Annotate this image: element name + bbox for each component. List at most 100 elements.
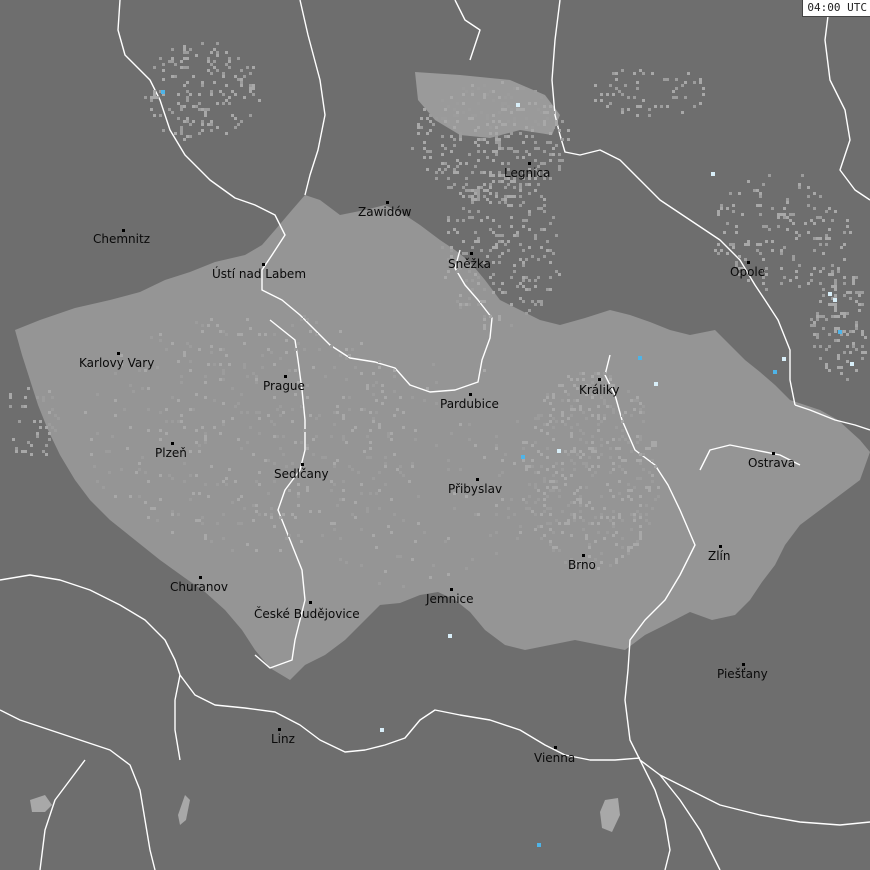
density-pixel [108,450,111,453]
density-pixel [597,531,600,534]
density-pixel [558,129,561,132]
density-pixel [576,399,579,402]
density-pixel [198,519,201,522]
density-pixel [228,66,231,69]
density-pixel [618,516,621,519]
density-pixel [813,237,816,240]
density-pixel [588,447,591,450]
city-dot [747,261,750,264]
density-pixel [609,375,612,378]
density-pixel [672,96,675,99]
density-pixel [384,462,387,465]
density-pixel [837,315,840,318]
density-pixel [642,411,645,414]
density-pixel [558,159,561,162]
density-pixel [492,282,495,285]
density-pixel [261,354,264,357]
density-pixel [210,90,213,93]
density-pixel [537,417,540,420]
density-pixel [756,204,759,207]
density-pixel [444,120,447,123]
density-pixel [528,483,531,486]
density-pixel [441,144,444,147]
density-pixel [798,186,801,189]
density-pixel [387,432,390,435]
density-pixel [198,102,201,105]
density-pixel [528,183,531,186]
density-pixel [393,414,396,417]
density-pixel [135,471,138,474]
density-pixel [642,72,645,75]
density-pixel [297,495,300,498]
density-pixel [45,426,48,429]
density-pixel [372,420,375,423]
density-pixel [501,240,504,243]
density-pixel [180,420,183,423]
density-pixel [855,321,858,324]
density-pixel [579,372,582,375]
density-pixel [159,339,162,342]
density-pixel [477,237,480,240]
density-pixel [201,42,204,45]
density-pixel [201,330,204,333]
density-pixel [171,57,174,60]
density-pixel [549,528,552,531]
density-pixel [237,333,240,336]
lightning-map[interactable]: Chemnitz Ústí nad Labem Zawidów Legnica … [0,0,870,870]
density-pixel [558,549,561,552]
density-pixel [561,468,564,471]
city-dot [528,162,531,165]
density-pixel [639,453,642,456]
density-pixel [618,438,621,441]
density-pixel [57,417,60,420]
density-pixel [465,567,468,570]
density-pixel [567,522,570,525]
density-pixel [663,78,666,81]
density-pixel [561,411,564,414]
density-pixel [159,57,162,60]
density-pixel [294,369,297,372]
density-pixel [492,120,495,123]
density-pixel [486,117,489,120]
density-pixel [129,384,132,387]
density-pixel [477,198,480,201]
density-pixel [519,282,522,285]
density-pixel [639,69,642,72]
density-pixel [486,198,489,201]
density-pixel [306,396,309,399]
density-pixel [483,189,486,192]
density-pixel [579,486,582,489]
density-pixel [216,102,219,105]
density-pixel [240,120,243,123]
density-pixel [459,192,462,195]
density-pixel [834,339,837,342]
density-pixel [771,249,774,252]
city-label-jemnice: Jemnice [426,592,474,606]
density-pixel [828,228,831,231]
density-pixel [816,216,819,219]
density-pixel [27,441,30,444]
strike-marker [833,298,837,302]
density-pixel [444,162,447,165]
density-pixel [684,96,687,99]
density-pixel [549,414,552,417]
density-pixel [447,231,450,234]
density-pixel [636,87,639,90]
density-pixel [579,495,582,498]
density-pixel [153,507,156,510]
density-pixel [597,456,600,459]
density-pixel [222,369,225,372]
density-pixel [432,363,435,366]
density-pixel [252,372,255,375]
density-pixel [474,189,477,192]
density-pixel [522,447,525,450]
density-pixel [270,351,273,354]
density-pixel [813,222,816,225]
density-pixel [762,225,765,228]
density-pixel [852,345,855,348]
density-pixel [495,444,498,447]
density-pixel [381,402,384,405]
density-pixel [318,414,321,417]
density-pixel [720,207,723,210]
density-pixel [561,159,564,162]
